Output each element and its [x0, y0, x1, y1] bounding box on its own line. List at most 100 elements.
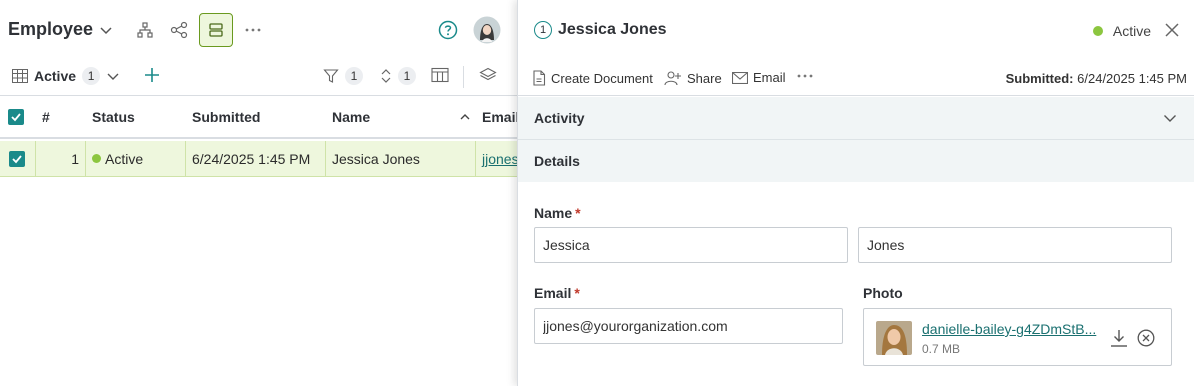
record-title: Jessica Jones — [558, 21, 667, 38]
column-header-email[interactable]: Email — [476, 97, 517, 137]
first-name-field[interactable] — [534, 227, 848, 263]
toolbar-divider — [463, 66, 464, 88]
column-header-name-label: Name — [332, 109, 371, 125]
help-button[interactable] — [431, 13, 465, 47]
row-submitted: 6/24/2025 1:45 PM — [186, 141, 326, 176]
row-email-text: jjones — [482, 150, 517, 167]
row-status-label: Active — [105, 150, 144, 167]
split-view-icon — [207, 21, 225, 39]
grid-pane: Employee Active 1 1 1 # Status Submitted… — [0, 0, 517, 386]
email-field[interactable] — [534, 308, 843, 344]
photo-filename-link[interactable]: danielle-bailey-g4ZDmStB... — [922, 321, 1096, 337]
create-document-label: Create Document — [551, 70, 653, 86]
row-checkbox[interactable] — [0, 141, 36, 176]
remove-file-icon[interactable] — [1137, 329, 1155, 347]
more-actions-button[interactable] — [796, 73, 814, 79]
grid-header-row: # Status Submitted Name Email — [0, 97, 517, 139]
sort-button[interactable]: 1 — [380, 67, 416, 85]
photo-thumbnail[interactable] — [876, 321, 912, 355]
help-icon — [438, 20, 458, 40]
column-header-submitted[interactable]: Submitted — [186, 97, 326, 137]
row-name: Jessica Jones — [326, 141, 476, 176]
required-marker: * — [575, 205, 581, 221]
download-icon[interactable] — [1109, 328, 1129, 348]
row-email-link[interactable]: jjones — [476, 141, 517, 176]
sort-icon — [380, 68, 392, 84]
share-label: Share — [687, 70, 722, 86]
more-horizontal-icon — [244, 27, 262, 33]
record-number-badge: 1 — [534, 21, 552, 39]
name-label-text: Name — [534, 205, 573, 221]
last-name-field[interactable] — [858, 227, 1172, 263]
more-options-button[interactable] — [236, 13, 270, 47]
select-all-checkbox[interactable] — [2, 97, 34, 137]
view-selector[interactable]: Active 1 — [12, 67, 120, 85]
required-marker: * — [574, 285, 580, 301]
photo-attachment: danielle-bailey-g4ZDmStB... 0.7 MB — [863, 308, 1172, 366]
panel-header: 1 Jessica Jones Active — [518, 0, 1194, 60]
record-status-label: Active — [1112, 23, 1151, 39]
column-header-name[interactable]: Name — [326, 97, 476, 137]
photo-field-label: Photo — [863, 285, 903, 301]
view-toolbar: Active 1 1 1 — [0, 60, 517, 96]
table-row[interactable]: 1 Active 6/24/2025 1:45 PM Jessica Jones… — [0, 141, 517, 177]
share-user-icon — [664, 70, 682, 86]
details-section-title: Details — [534, 153, 580, 169]
email-label: Email — [753, 70, 786, 85]
sort-count: 1 — [398, 67, 416, 85]
top-toolbar: Employee — [0, 0, 517, 60]
hierarchy-icon — [136, 21, 154, 39]
close-icon — [1164, 22, 1180, 38]
status-dot — [92, 154, 101, 163]
column-header-number[interactable]: # — [36, 97, 86, 137]
chevron-down-icon — [1163, 111, 1177, 125]
record-status[interactable]: Active — [1092, 23, 1151, 39]
submitted-label: Submitted: — [1005, 71, 1074, 86]
add-record-button[interactable] — [143, 66, 161, 84]
chevron-down-icon — [99, 23, 113, 37]
email-field-label: Email * — [534, 285, 580, 301]
record-detail-panel: 1 Jessica Jones Active Create Document S… — [517, 0, 1194, 386]
row-status: Active — [86, 141, 186, 176]
status-dot — [1092, 26, 1103, 36]
columns-icon — [431, 67, 449, 83]
relationships-view-button[interactable] — [162, 13, 196, 47]
hierarchy-view-button[interactable] — [128, 13, 162, 47]
email-button[interactable]: Email — [732, 70, 786, 85]
avatar — [473, 16, 501, 44]
submitted-info: Submitted: 6/24/2025 1:45 PM — [1006, 71, 1187, 86]
column-header-status[interactable]: Status — [86, 97, 186, 137]
plus-icon — [143, 66, 161, 84]
mail-icon — [732, 71, 748, 84]
photo-file-size: 0.7 MB — [922, 342, 961, 356]
name-field-label: Name * — [534, 205, 581, 221]
layers-icon — [479, 67, 497, 83]
panel-actions: Create Document Share Email Submitted: 6… — [518, 60, 1194, 96]
close-panel-button[interactable] — [1164, 22, 1180, 41]
sort-ascending-icon — [460, 113, 470, 121]
create-document-button[interactable]: Create Document — [532, 70, 653, 86]
document-icon — [532, 70, 546, 86]
view-record-count: 1 — [82, 67, 101, 85]
share-button[interactable]: Share — [664, 70, 722, 86]
filter-button[interactable]: 1 — [323, 67, 363, 85]
row-number: 1 — [36, 141, 86, 176]
more-horizontal-icon — [796, 73, 814, 79]
share-nodes-icon — [170, 21, 188, 39]
columns-button[interactable] — [431, 67, 449, 83]
details-section-header: Details — [518, 140, 1194, 182]
grid-view-icon — [12, 69, 28, 83]
filter-count: 1 — [345, 67, 363, 85]
view-name: Active — [34, 68, 77, 84]
user-avatar-button[interactable] — [470, 13, 504, 47]
filter-icon — [323, 68, 339, 84]
submitted-value: 6/24/2025 1:45 PM — [1077, 71, 1187, 86]
activity-section-header[interactable]: Activity — [518, 97, 1194, 140]
activity-section-title: Activity — [534, 110, 585, 126]
app-switcher[interactable]: Employee — [8, 19, 113, 40]
app-title: Employee — [8, 19, 94, 39]
email-label-text: Email — [534, 285, 572, 301]
layers-button[interactable] — [479, 67, 497, 83]
split-view-button[interactable] — [199, 13, 233, 47]
chevron-down-icon — [106, 69, 120, 83]
